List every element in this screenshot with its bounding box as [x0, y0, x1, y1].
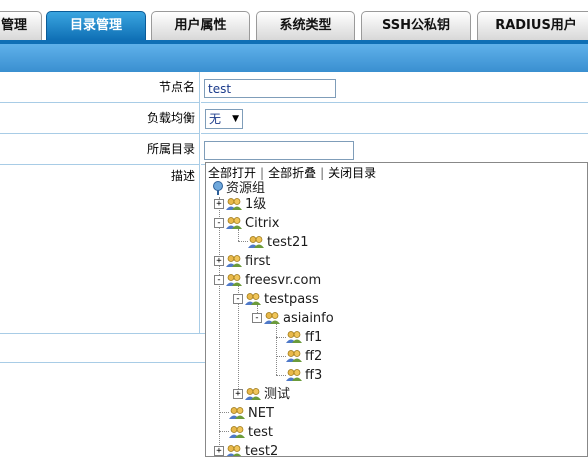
node-name-label: 节点名	[0, 72, 200, 103]
tree-actions: 全部打开 | 全部折叠 | 关闭目录	[208, 164, 376, 180]
tree-action-separator: |	[260, 166, 265, 180]
tree-connector	[219, 197, 220, 456]
tree-node-label: test21	[267, 235, 309, 250]
tree-node[interactable]: + 测试	[233, 385, 290, 404]
tree-node-label: ff1	[305, 330, 323, 345]
collapse-all-link[interactable]: 全部折叠	[268, 166, 316, 180]
tree-node-label: 测试	[264, 387, 291, 402]
tree-connector	[219, 431, 229, 432]
tree-node-label: 1级	[245, 197, 267, 212]
expand-toggle-icon[interactable]: +	[214, 198, 224, 209]
tab-management[interactable]: 管理	[0, 11, 42, 40]
tree-node[interactable]: - freesvr.com	[214, 271, 321, 290]
node-name-input[interactable]	[204, 79, 336, 98]
tree-node-label: ff3	[305, 368, 323, 383]
tab-user-attributes[interactable]: 用户属性	[151, 11, 250, 40]
description-label: 描述	[0, 165, 200, 333]
expand-all-link[interactable]: 全部打开	[208, 166, 256, 180]
directory-input[interactable]	[204, 141, 354, 160]
tab-system-types[interactable]: 系统类型	[256, 11, 355, 40]
collapse-toggle-icon[interactable]: -	[214, 274, 224, 285]
expand-toggle-icon[interactable]: +	[214, 255, 224, 266]
collapse-toggle-icon[interactable]: -	[214, 217, 224, 228]
collapse-toggle-icon[interactable]: -	[252, 312, 262, 323]
user-group-icon	[226, 254, 242, 267]
user-group-icon	[226, 444, 242, 456]
node-name-cell	[201, 72, 588, 103]
tree-node-label: testpass	[264, 292, 319, 307]
tab-directory-management[interactable]: 目录管理	[46, 11, 146, 40]
user-group-icon	[286, 349, 302, 362]
user-group-icon	[226, 273, 242, 286]
tree-node[interactable]: ff2	[286, 347, 322, 366]
user-group-icon	[229, 425, 245, 438]
user-group-icon	[264, 311, 280, 324]
tree-node[interactable]: ff3	[286, 366, 322, 385]
tree-node[interactable]: test21	[248, 233, 309, 252]
chevron-down-icon: ▼	[232, 114, 239, 124]
tree-node[interactable]: +1级	[214, 195, 266, 214]
user-group-icon	[245, 292, 261, 305]
user-group-icon	[226, 216, 242, 229]
tree-node-label: first	[245, 254, 271, 269]
tree-connector	[276, 356, 286, 357]
section-header-bar	[0, 44, 588, 72]
tree-action-separator: |	[320, 166, 325, 180]
tree-node[interactable]: ff1	[286, 328, 322, 347]
load-balance-cell: 无 ▼	[201, 103, 588, 134]
tab-bar: 管理 目录管理 用户属性 系统类型 SSH公私钥 RADIUS用户	[0, 0, 588, 44]
tree-node[interactable]: test	[229, 423, 273, 442]
tree-node[interactable]: + first	[214, 252, 270, 271]
tree-node-label: NET	[248, 406, 274, 421]
load-balance-select[interactable]: 无 ▼	[205, 109, 243, 129]
tree-connector	[219, 412, 229, 413]
tree-node-label: test2	[245, 444, 279, 457]
close-directory-link[interactable]: 关闭目录	[328, 166, 376, 180]
user-group-icon	[286, 368, 302, 381]
collapse-toggle-icon[interactable]: -	[233, 293, 243, 304]
tree-node-label: test	[248, 425, 273, 440]
tree-node[interactable]: - Citrix	[214, 214, 279, 233]
tree-node-label: freesvr.com	[245, 273, 322, 288]
user-group-icon	[226, 197, 242, 210]
tree-node-label: asiainfo	[283, 311, 334, 326]
tree-connector	[276, 323, 277, 375]
tree-node[interactable]: - asiainfo	[252, 309, 334, 328]
form-row-divider	[0, 333, 205, 363]
tree-connector	[276, 375, 286, 376]
expand-toggle-icon[interactable]: +	[233, 388, 243, 399]
directory-tree-popup: 全部打开 | 全部折叠 | 关闭目录 资源组 +1级 - Citrix test21 + f…	[205, 162, 588, 457]
tree-connector	[276, 337, 286, 338]
globe-pin-icon	[213, 180, 223, 195]
tree-node[interactable]: NET	[229, 404, 274, 423]
tab-radius-users[interactable]: RADIUS用户	[477, 11, 588, 40]
tree-root-label: 资源组	[226, 181, 266, 196]
tree-node-label: Citrix	[245, 216, 280, 231]
user-group-icon	[248, 235, 264, 248]
expand-toggle-icon[interactable]: +	[214, 445, 224, 456]
directory-label: 所属目录	[0, 134, 200, 165]
user-group-icon	[245, 387, 261, 400]
tree-connector	[238, 241, 248, 242]
directory-cell	[201, 134, 588, 165]
tab-ssh-keys[interactable]: SSH公私钥	[361, 11, 471, 40]
tree-node-label: ff2	[305, 349, 323, 364]
tree-node[interactable]: - testpass	[233, 290, 319, 309]
load-balance-label: 负载均衡	[0, 103, 200, 134]
load-balance-selected-value: 无	[209, 112, 222, 126]
user-group-icon	[229, 406, 245, 419]
user-group-icon	[286, 330, 302, 343]
tree-node[interactable]: + test2	[214, 442, 279, 457]
